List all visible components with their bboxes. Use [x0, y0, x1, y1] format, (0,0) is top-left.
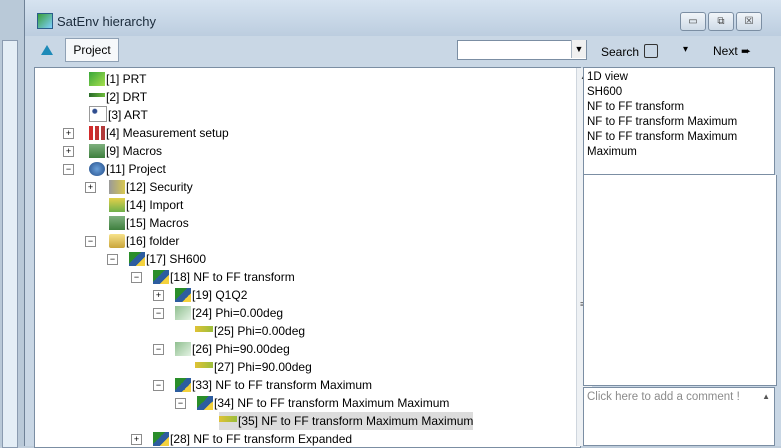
- tree-item[interactable]: [15] Macros: [109, 214, 189, 232]
- key-icon: [109, 180, 125, 194]
- info-line: 1D view: [587, 71, 628, 83]
- magnifier-icon: [644, 44, 659, 58]
- tree-item[interactable]: − [24] Phi=0.00deg: [153, 304, 283, 322]
- tree-item[interactable]: + [4] Measurement setup: [63, 124, 229, 142]
- info-line: Maximum: [587, 146, 637, 158]
- info-line: SH600: [587, 86, 623, 98]
- search-label: Search: [601, 45, 640, 59]
- sh-icon: [175, 288, 191, 302]
- next-label: Next: [713, 44, 738, 58]
- matrix-icon: [89, 126, 105, 140]
- collapse-icon[interactable]: −: [131, 272, 142, 283]
- maximize-button[interactable]: ⧉: [708, 12, 734, 31]
- sh-icon: [175, 378, 191, 392]
- preview-area: [583, 175, 777, 386]
- globe-icon: [89, 162, 105, 176]
- arrow-right-icon: ➨: [741, 44, 752, 58]
- app-icon: [37, 13, 53, 29]
- house-icon: [109, 198, 125, 212]
- tree-item[interactable]: [2] DRT: [89, 88, 147, 106]
- comment-scroll-arrow[interactable]: ▲: [762, 392, 770, 401]
- phi-icon: [175, 306, 191, 320]
- tree-item[interactable]: − [11] Project: [63, 160, 166, 178]
- tree-item[interactable]: [3] ART: [89, 106, 148, 124]
- tree-item-selected[interactable]: [35] NF to FF transform Maximum Maximum: [219, 412, 474, 430]
- expand-icon[interactable]: +: [63, 146, 74, 157]
- expand-icon[interactable]: +: [131, 434, 142, 445]
- close-button[interactable]: ☒: [736, 12, 762, 31]
- sh-icon: [153, 270, 169, 284]
- comment-placeholder: Click here to add a comment !: [587, 391, 740, 403]
- collapse-icon[interactable]: −: [153, 344, 164, 355]
- hierarchy-tree[interactable]: [1] PRT [2] DRT [3] ART + [4] Measurement…: [34, 67, 581, 448]
- search-dropdown-button[interactable]: ▾: [683, 44, 688, 55]
- title-bar: SatEnv hierarchy ▭ ⧉ ☒: [25, 0, 781, 36]
- collapse-icon[interactable]: −: [153, 308, 164, 319]
- tree-item[interactable]: − [26] Phi=90.00deg: [153, 340, 290, 358]
- line-icon: [219, 416, 237, 422]
- search-combo[interactable]: [457, 40, 587, 60]
- macro-icon: [89, 144, 105, 158]
- expand-icon[interactable]: +: [153, 290, 164, 301]
- expand-icon[interactable]: +: [85, 182, 96, 193]
- line-icon: [195, 326, 213, 332]
- macro-icon: [109, 216, 125, 230]
- toolbar: Project ▼ Search ▾ Next ➨: [25, 36, 781, 66]
- tree-item[interactable]: − [34] NF to FF transform Maximum Maximum: [175, 394, 449, 412]
- window-controls: ▭ ⧉ ☒: [680, 12, 762, 31]
- left-panel-content: [2, 40, 18, 448]
- phi-icon: [175, 342, 191, 356]
- network-icon: [89, 106, 107, 122]
- tree-item[interactable]: − [18] NF to FF transform: [131, 268, 295, 286]
- sh-icon: [129, 252, 145, 266]
- info-line: NF to FF transform Maximum: [587, 131, 738, 143]
- collapse-icon[interactable]: −: [107, 254, 118, 265]
- arrow-green-icon: [89, 72, 105, 86]
- combo-dropdown-arrow[interactable]: ▼: [571, 40, 586, 58]
- satenv-hierarchy-window: SatEnv hierarchy ▭ ⧉ ☒ Project ▼ Search …: [24, 0, 781, 448]
- minimize-button[interactable]: ▭: [680, 12, 706, 31]
- tree-item[interactable]: + [28] NF to FF transform Expanded: [131, 430, 352, 447]
- details-panel: 1D view SH600 NF to FF transform NF to F…: [583, 67, 777, 446]
- folder-open-icon: [109, 234, 125, 248]
- next-button[interactable]: Next ➨: [713, 44, 751, 58]
- collapse-icon[interactable]: −: [63, 164, 74, 175]
- line-icon: [195, 362, 213, 368]
- info-line: NF to FF transform Maximum: [587, 116, 738, 128]
- tree-item[interactable]: [27] Phi=90.00deg: [195, 358, 312, 376]
- collapse-icon[interactable]: −: [85, 236, 96, 247]
- tree-item[interactable]: [1] PRT: [89, 70, 146, 88]
- expand-icon[interactable]: +: [63, 128, 74, 139]
- tree-item[interactable]: [25] Phi=0.00deg: [195, 322, 305, 340]
- tree-item[interactable]: − [33] NF to FF transform Maximum: [153, 376, 372, 394]
- tree-item[interactable]: − [17] SH600: [107, 250, 206, 268]
- search-button[interactable]: Search: [601, 44, 659, 59]
- comment-field[interactable]: Click here to add a comment ! ▲: [583, 387, 775, 446]
- receiver-icon: [89, 93, 105, 97]
- sh-icon: [153, 432, 169, 446]
- tree-item[interactable]: [14] Import: [109, 196, 183, 214]
- info-line: NF to FF transform: [587, 101, 685, 113]
- tree-item[interactable]: + [12] Security: [85, 178, 193, 196]
- info-box: 1D view SH600 NF to FF transform NF to F…: [583, 67, 776, 176]
- tree-item[interactable]: + [9] Macros: [63, 142, 162, 160]
- collapse-icon[interactable]: −: [153, 380, 164, 391]
- left-panel-edge: [0, 0, 25, 448]
- sh-icon: [197, 396, 213, 410]
- tree-item[interactable]: + [19] Q1Q2: [153, 286, 247, 304]
- triangle-icon[interactable]: [41, 45, 53, 55]
- collapse-icon[interactable]: −: [175, 398, 186, 409]
- window-title: SatEnv hierarchy: [57, 14, 156, 29]
- project-button[interactable]: Project: [65, 38, 119, 62]
- tree-item[interactable]: − [16] folder: [85, 232, 179, 250]
